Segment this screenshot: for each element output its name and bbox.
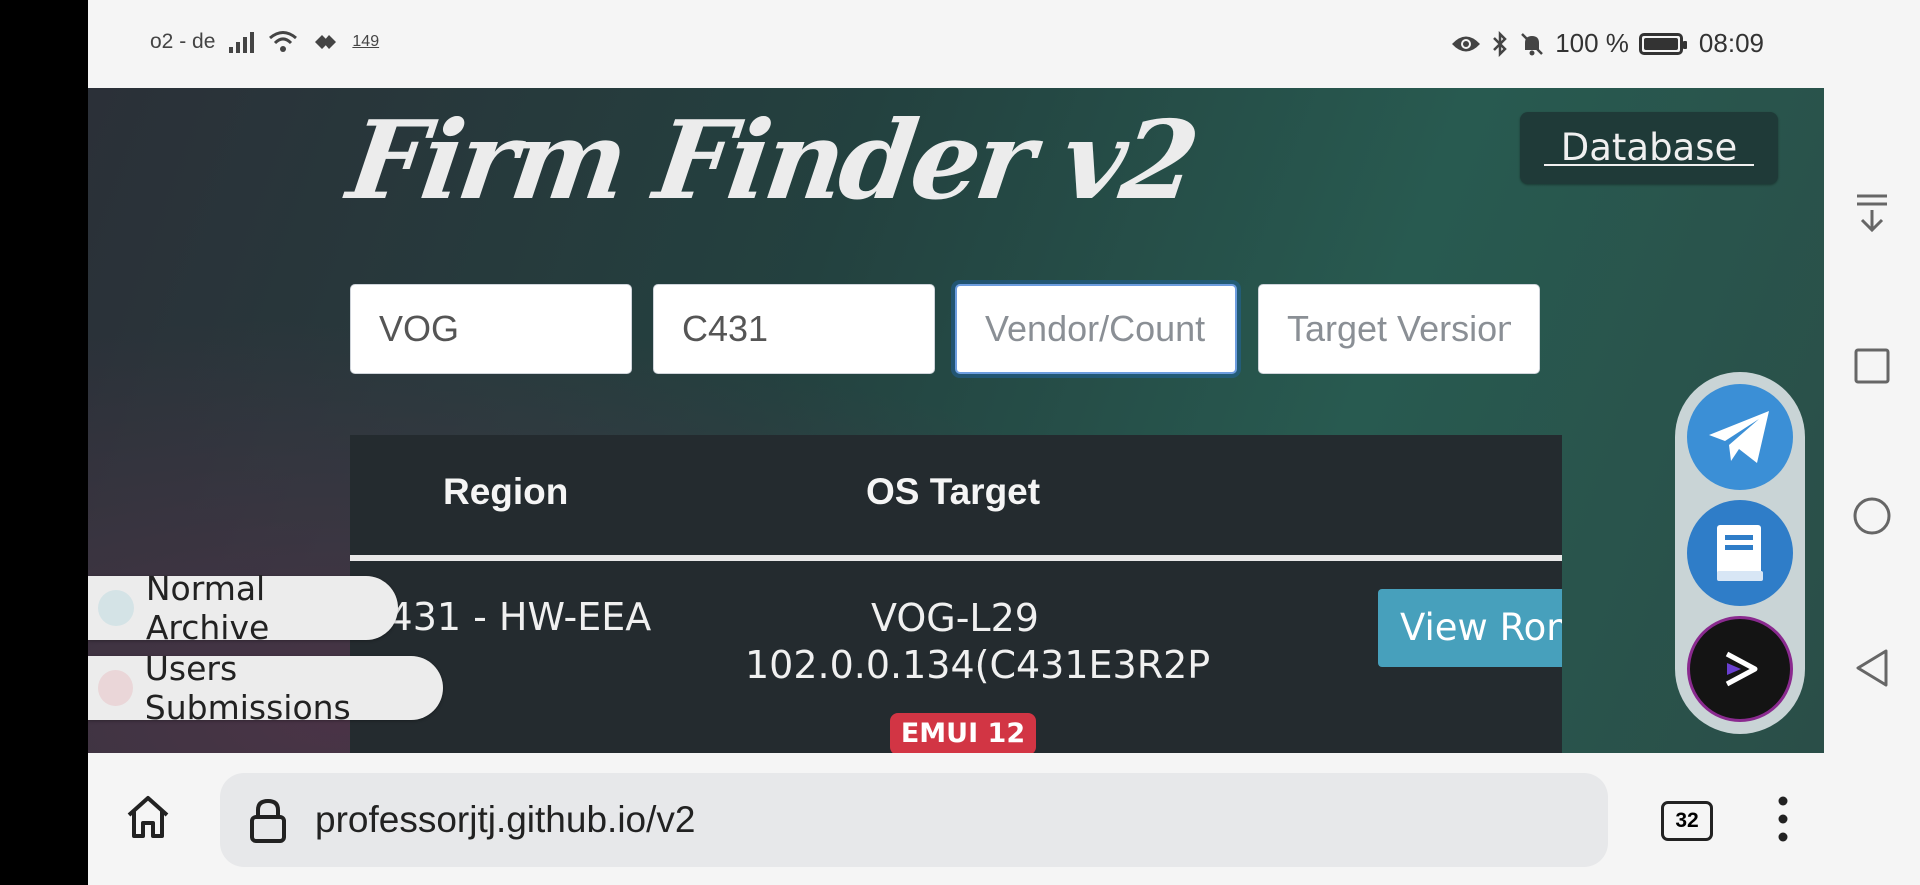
clock: 08:09	[1698, 28, 1764, 58]
normal-archive-toggle[interactable]: Normal Archive	[88, 569, 398, 647]
telegram-icon	[1709, 411, 1769, 463]
normal-archive-label: Normal Archive	[145, 569, 270, 647]
docs-button[interactable]	[1687, 500, 1793, 606]
database-underline	[1544, 164, 1754, 166]
region-cell: C431 - HW-EEA	[362, 595, 652, 639]
floating-action-rail	[1675, 372, 1805, 734]
home-nav-icon[interactable]	[1852, 496, 1892, 536]
play-button[interactable]	[1687, 616, 1793, 722]
battery-percent: 100 %	[1555, 28, 1629, 58]
mute-bell-icon	[1521, 32, 1544, 55]
model-input[interactable]	[350, 284, 632, 374]
users-submissions-dot	[98, 670, 133, 706]
back-icon[interactable]	[1855, 648, 1889, 688]
wifi-icon	[269, 31, 298, 52]
target-version-input[interactable]	[1258, 284, 1540, 374]
book-icon	[1717, 525, 1763, 581]
view-rom-button[interactable]: View Rom	[1378, 589, 1562, 667]
browser-toolbar: professorjtj.github.io/v2 32	[88, 753, 1824, 885]
url-field[interactable]: professorjtj.github.io/v2	[220, 773, 1608, 867]
emui-badge: EMUI 12	[890, 713, 1036, 753]
battery-icon	[1638, 32, 1687, 55]
site-logo[interactable]: Firm Finder v2	[341, 98, 1202, 224]
web-page: Firm Finder v2 Database Region OS Target…	[88, 88, 1824, 753]
users-submissions-toggle[interactable]: Users Submissions	[88, 649, 443, 727]
eye-icon	[1452, 36, 1481, 51]
database-button-label: Database	[1560, 126, 1738, 169]
os-target-model: VOG-L29	[871, 596, 1039, 640]
url-text: professorjtj.github.io/v2	[315, 799, 696, 840]
firmware-table: Region OS Target C431 - HW-EEA VOG-L29 1…	[350, 435, 1562, 753]
more-menu-icon[interactable]	[1777, 795, 1789, 843]
recents-icon[interactable]	[1854, 348, 1890, 384]
hotspot-icon	[315, 35, 337, 49]
play-icon	[1725, 651, 1758, 687]
os-target-cell: VOG-L29 102.0.0.134(C431E3R2P	[745, 595, 1211, 689]
system-nav-bar	[1824, 0, 1920, 885]
bluetooth-icon	[1493, 30, 1507, 57]
data-speed: 149	[352, 33, 380, 50]
users-submissions-label: Users Submissions	[144, 649, 351, 727]
telegram-button[interactable]	[1687, 384, 1793, 490]
carrier-label: o2 - de	[150, 30, 216, 53]
region-code-input[interactable]	[653, 284, 935, 374]
table-header: Region OS Target	[350, 435, 1562, 561]
home-icon[interactable]	[124, 793, 172, 841]
screen-bezel	[0, 0, 88, 885]
header-os-target: OS Target	[866, 471, 1041, 512]
os-target-version: 102.0.0.134(C431E3R2P	[745, 643, 1211, 687]
header-region: Region	[443, 471, 569, 512]
normal-archive-dot	[98, 590, 134, 626]
lock-icon[interactable]	[248, 797, 288, 845]
vendor-country-input[interactable]	[955, 284, 1237, 374]
notification-shade-icon[interactable]	[1854, 192, 1890, 234]
phone-screen: o2 - de 149 100 % 08:09 Firm Finder v2 D…	[88, 0, 1920, 885]
tab-switcher-button[interactable]: 32	[1661, 801, 1713, 841]
database-button[interactable]: Database	[1520, 112, 1778, 184]
signal-icon	[229, 31, 255, 53]
status-bar: o2 - de 149 100 % 08:09	[88, 0, 1824, 88]
